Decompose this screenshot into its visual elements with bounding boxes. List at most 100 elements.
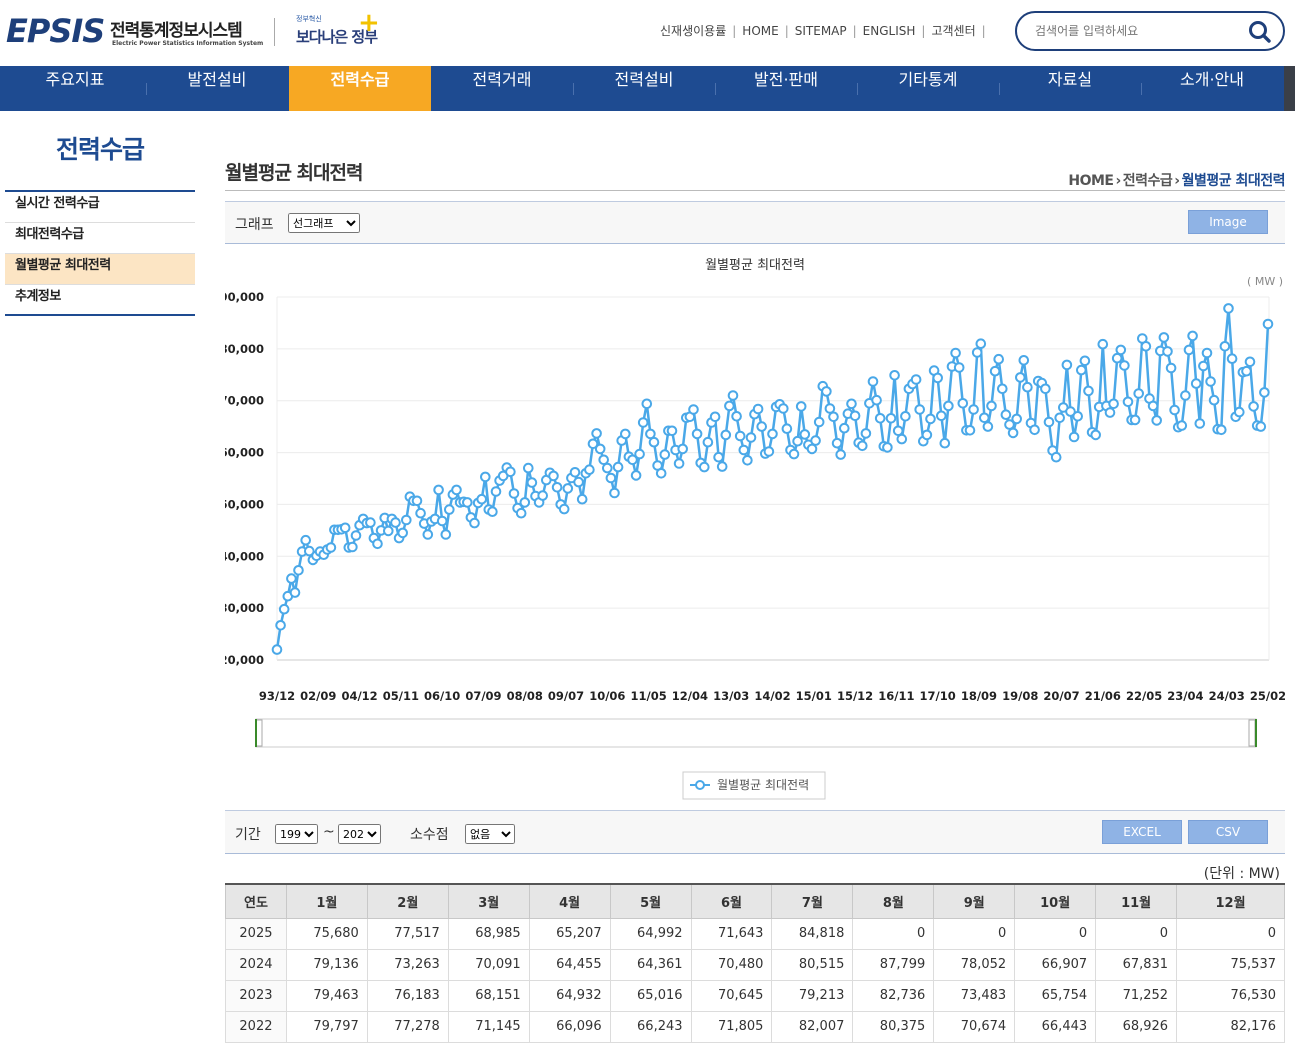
data-point[interactable] (490, 486, 502, 497)
data-point[interactable] (724, 400, 735, 412)
data-point[interactable] (1241, 365, 1252, 377)
data-point[interactable] (860, 428, 872, 439)
data-point[interactable] (372, 538, 383, 550)
data-point[interactable] (1194, 418, 1206, 429)
period-to-select[interactable]: 2025 (338, 824, 381, 844)
data-point[interactable] (806, 443, 818, 455)
data-point[interactable] (982, 421, 994, 432)
data-point[interactable] (508, 488, 520, 499)
data-point[interactable] (699, 461, 710, 473)
data-point[interactable] (939, 437, 951, 449)
data-point[interactable] (433, 484, 444, 496)
data-point[interactable] (810, 435, 821, 446)
data-point[interactable] (792, 435, 803, 447)
data-point[interactable] (562, 483, 574, 494)
data-point[interactable] (645, 428, 656, 440)
data-point[interactable] (1108, 398, 1119, 410)
data-point[interactable] (1151, 415, 1163, 426)
data-point[interactable] (1187, 330, 1198, 342)
nav-item-generation-sales[interactable]: 발전·판매 (715, 66, 857, 111)
data-point[interactable] (655, 468, 667, 479)
data-point[interactable] (738, 444, 750, 456)
data-point[interactable] (1104, 407, 1116, 418)
data-point[interactable] (1061, 359, 1073, 371)
data-point[interactable] (1083, 385, 1094, 397)
data-point[interactable] (630, 470, 642, 481)
util-link-support[interactable]: 고객센터 (931, 22, 975, 39)
search-input[interactable] (1035, 21, 1235, 41)
data-point[interactable] (1072, 411, 1084, 422)
data-point[interactable] (487, 506, 498, 518)
data-point[interactable] (756, 421, 768, 432)
data-point[interactable] (1158, 332, 1170, 343)
data-point[interactable] (788, 448, 800, 460)
data-point[interactable] (1015, 372, 1026, 383)
data-point[interactable] (1133, 388, 1145, 399)
data-point[interactable] (476, 493, 488, 505)
data-point[interactable] (871, 394, 882, 406)
data-point[interactable] (1183, 344, 1195, 356)
image-button[interactable]: Image (1188, 210, 1268, 234)
data-point[interactable] (925, 413, 936, 425)
data-point[interactable] (602, 462, 613, 474)
data-point[interactable] (401, 514, 412, 526)
data-point[interactable] (300, 534, 311, 546)
data-point[interactable] (885, 413, 897, 424)
data-point[interactable] (1208, 394, 1220, 406)
data-point[interactable] (1079, 355, 1091, 367)
data-point[interactable] (479, 471, 491, 483)
data-point[interactable] (594, 443, 606, 455)
data-point[interactable] (526, 477, 538, 488)
data-point[interactable] (975, 338, 987, 349)
data-point[interactable] (943, 400, 954, 412)
data-point[interactable] (325, 542, 337, 553)
data-point[interactable] (821, 386, 832, 397)
data-point[interactable] (1122, 396, 1134, 408)
data-point[interactable] (839, 422, 850, 434)
data-point[interactable] (1248, 401, 1259, 412)
data-point[interactable] (462, 497, 473, 508)
chart-legend[interactable]: 월별평균 최대전력 (682, 771, 826, 800)
nav-item-generation-facilities[interactable]: 발전설비 (146, 66, 288, 111)
data-point[interactable] (591, 428, 602, 439)
data-point[interactable] (1040, 383, 1051, 395)
data-point[interactable] (709, 411, 721, 423)
data-point[interactable] (598, 454, 610, 466)
data-point[interactable] (874, 413, 886, 424)
data-point[interactable] (752, 403, 764, 415)
breadcrumb-home[interactable]: HOME (1068, 173, 1114, 189)
util-link-english[interactable]: ENGLISH (863, 24, 916, 38)
util-link-home[interactable]: HOME (742, 24, 778, 38)
data-point[interactable] (350, 530, 362, 541)
data-point[interactable] (584, 464, 595, 475)
data-point[interactable] (702, 436, 714, 448)
nav-item-other-stats[interactable]: 기타통계 (857, 66, 999, 111)
data-point[interactable] (720, 429, 732, 441)
data-point[interactable] (519, 497, 531, 508)
sidebar-item-peak-supply[interactable]: 최대전력수급 (5, 223, 195, 254)
data-point[interactable] (383, 525, 394, 537)
data-point[interactable] (727, 390, 739, 401)
data-point[interactable] (275, 620, 286, 631)
data-point[interactable] (910, 374, 922, 385)
data-point[interactable] (469, 517, 480, 529)
data-point[interactable] (1090, 429, 1102, 441)
data-point[interactable] (677, 443, 689, 455)
data-point[interactable] (1180, 390, 1191, 401)
sidebar-item-forecast[interactable]: 추계정보 (5, 285, 195, 316)
data-point[interactable] (971, 347, 983, 358)
range-slider-right-handle[interactable] (1248, 719, 1256, 747)
data-point[interactable] (745, 432, 757, 443)
data-point[interactable] (548, 470, 559, 482)
data-point[interactable] (857, 440, 868, 452)
data-point[interactable] (1262, 318, 1274, 330)
data-point[interactable] (742, 455, 753, 466)
data-point[interactable] (734, 430, 746, 442)
data-point[interactable] (634, 448, 645, 460)
data-point[interactable] (713, 451, 724, 463)
data-point[interactable] (605, 472, 617, 484)
data-point[interactable] (537, 490, 549, 501)
data-point[interactable] (390, 517, 401, 528)
data-point[interactable] (1140, 341, 1152, 352)
data-point[interactable] (1255, 421, 1267, 432)
